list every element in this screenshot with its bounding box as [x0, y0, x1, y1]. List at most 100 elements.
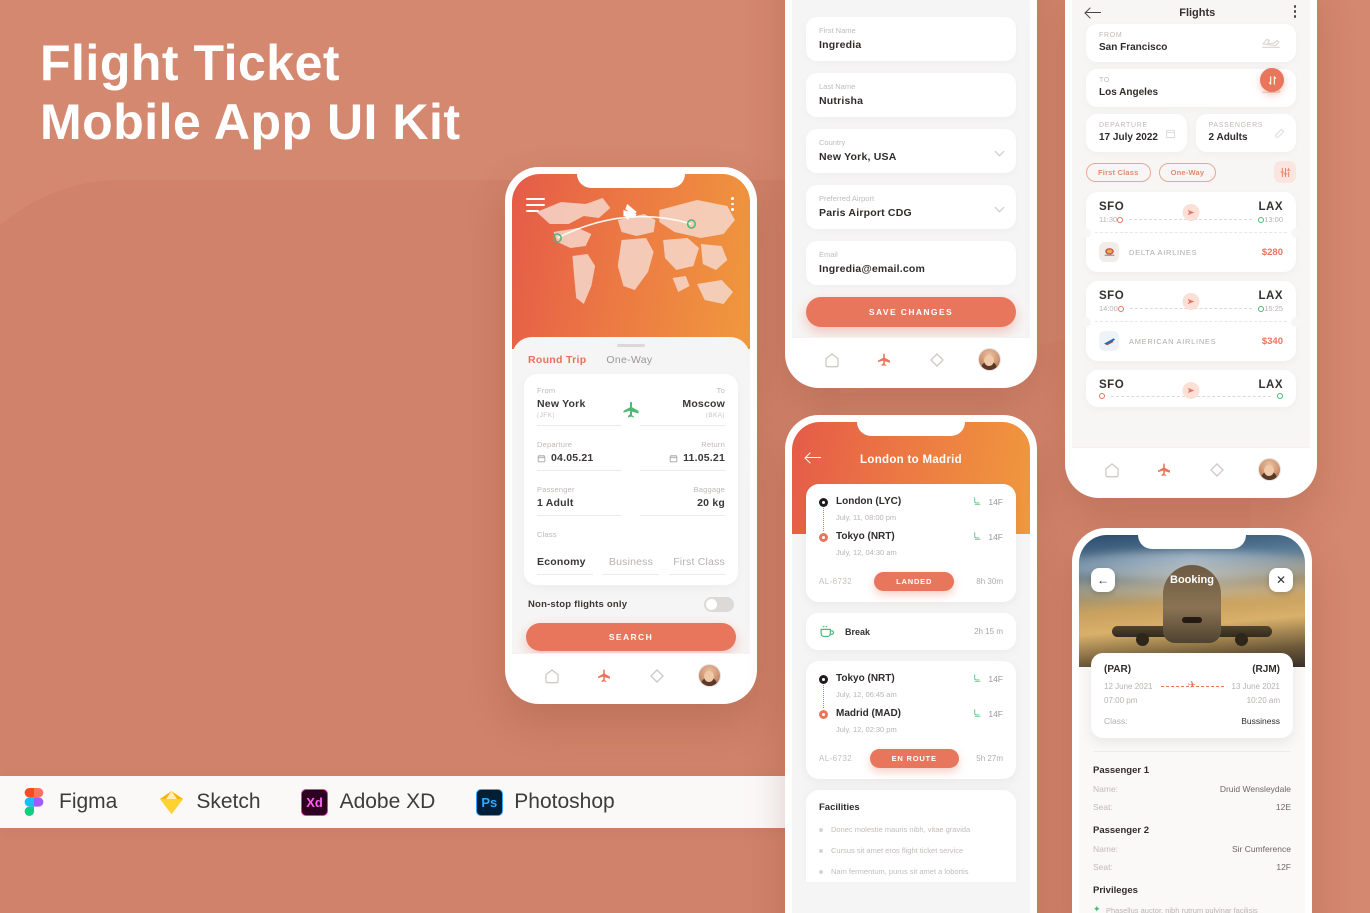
destination-marker-icon	[819, 710, 828, 719]
origin-marker-icon	[819, 675, 828, 684]
nav-profile-avatar[interactable]	[697, 664, 721, 687]
engine-right	[1235, 633, 1248, 646]
nav-profile-avatar[interactable]	[1257, 458, 1281, 481]
tab-round-trip[interactable]: Round Trip	[528, 354, 586, 366]
route-dashline: ✈	[1160, 680, 1224, 691]
country-field[interactable]: Country New York, USA	[806, 129, 1016, 173]
class-option-first[interactable]: First Class	[668, 553, 725, 575]
filter-chips: First Class One-Way	[1072, 161, 1310, 184]
nonstop-toggle[interactable]	[704, 597, 734, 612]
passenger-row: Passenger 1 Adult Baggage 20 kg	[537, 485, 725, 516]
field-underline	[640, 425, 725, 426]
class-option-label: Business	[608, 556, 654, 568]
baggage-value: 20 kg	[697, 497, 725, 509]
headline-line-2: Mobile App UI Kit	[40, 94, 461, 150]
profile-form: First Name Ingredia Last Name Nutrisha C…	[792, 0, 1030, 327]
return-field[interactable]: Return 11.05.21	[640, 440, 725, 471]
passengers-field[interactable]: PASSENGERS 2 Adults	[1195, 114, 1296, 153]
origin-code: (PAR)	[1104, 664, 1132, 675]
close-button[interactable]: ✕	[1269, 568, 1293, 592]
filter-settings-button[interactable]	[1274, 161, 1296, 184]
field-underline	[537, 574, 594, 575]
nav-tickets-icon[interactable]	[1206, 459, 1228, 481]
more-options-icon[interactable]	[731, 197, 734, 214]
field-underline	[640, 515, 725, 516]
nav-tickets-icon[interactable]	[926, 349, 948, 371]
nav-profile-avatar[interactable]	[977, 348, 1001, 371]
name-value: Sir Cumference	[1231, 844, 1291, 854]
destination-seat: 14F	[972, 531, 1003, 542]
class-value: Bussiness	[1241, 716, 1280, 726]
passenger-field[interactable]: Passenger 1 Adult	[537, 485, 622, 516]
origin-datetime: July, 12, 06:45 am	[836, 690, 897, 699]
more-options-icon[interactable]	[1293, 5, 1296, 20]
from-field[interactable]: From New York (JFK)	[537, 386, 622, 426]
nav-tickets-icon[interactable]	[646, 665, 668, 687]
nav-flights-icon[interactable]	[1153, 459, 1175, 481]
nav-home-icon[interactable]	[821, 349, 843, 371]
origin-code: SFO	[1099, 379, 1125, 392]
menu-icon[interactable]	[526, 198, 545, 215]
swap-plane-icon[interactable]	[621, 400, 641, 425]
facilities-card: Facilities Donec molestie mauris nibh, v…	[806, 790, 1016, 882]
seat-icon	[974, 532, 981, 540]
tool-figma: Figma	[20, 788, 117, 816]
search-button[interactable]: SEARCH	[526, 623, 736, 651]
screen-title: Booking	[1170, 574, 1214, 586]
first-name-field[interactable]: First Name Ingredia	[806, 17, 1016, 61]
field-label: Email	[819, 250, 838, 259]
field-label: Preferred Airport	[819, 194, 875, 203]
flight-leg-card[interactable]: London (LYC) July, 11, 08:00 pm 14F Toky…	[806, 484, 1016, 602]
destination-city: Tokyo (NRT)	[836, 531, 895, 542]
destination-marker-icon	[819, 533, 828, 542]
flight-result-card[interactable]: SFO LAX	[1086, 370, 1296, 408]
departure-field[interactable]: Departure 04.05.21	[537, 440, 622, 471]
last-name-field[interactable]: Last Name Nutrisha	[806, 73, 1016, 117]
facility-item: Nam fermentum, purus sit amet a lobortis	[819, 867, 1003, 876]
field-value: New York, USA	[819, 151, 897, 163]
chip-one-way[interactable]: One-Way	[1158, 162, 1217, 182]
email-field[interactable]: Email Ingredia@email.com	[806, 241, 1016, 285]
nonstop-label: Non-stop flights only	[528, 599, 628, 610]
preferred-airport-field[interactable]: Preferred Airport Paris Airport CDG	[806, 185, 1016, 229]
departure-label: DEPARTURE	[1099, 122, 1148, 130]
tab-one-way[interactable]: One-Way	[606, 354, 652, 366]
to-code: (BKA)	[705, 412, 725, 419]
seat-icon	[974, 709, 981, 717]
destination-seat: 14F	[972, 708, 1003, 719]
flight-result-card[interactable]: SFO LAX 14:00 15:25 AMERICAN AIRLINES $3…	[1081, 281, 1301, 362]
to-field[interactable]: To Moscow (BKA)	[640, 386, 725, 426]
field-underline	[537, 470, 622, 471]
back-icon[interactable]	[1086, 7, 1101, 18]
phone-notch	[857, 415, 965, 436]
flight-number: AL-6732	[819, 577, 853, 586]
ticket-times: 07:00 pm 10:20 am	[1104, 696, 1280, 705]
departure-field[interactable]: DEPARTURE 17 July 2022	[1086, 114, 1187, 153]
destination-code: (RJM)	[1252, 664, 1280, 675]
nav-home-icon[interactable]	[1101, 459, 1123, 481]
arrive-date: 13 June 2021	[1231, 682, 1281, 691]
class-option-economy[interactable]: Economy	[537, 553, 594, 575]
save-changes-button[interactable]: SAVE CHANGES	[806, 297, 1016, 327]
edit-pencil-icon	[1275, 129, 1285, 138]
nav-home-icon[interactable]	[541, 665, 563, 687]
flight-route: SFO LAX	[1086, 370, 1296, 407]
facilities-title: Facilities	[819, 802, 860, 813]
class-label: Class:	[1104, 716, 1128, 726]
chip-first-class[interactable]: First Class	[1086, 162, 1151, 182]
nav-flights-icon[interactable]	[873, 349, 895, 371]
from-location-field[interactable]: FROM San Francisco	[1086, 24, 1296, 63]
takeoff-plane-icon	[1261, 39, 1280, 49]
nav-flights-icon[interactable]	[593, 665, 615, 687]
leg-origin: London (LYC) July, 11, 08:00 pm 14F	[819, 496, 1003, 531]
back-button[interactable]: ←	[1091, 568, 1115, 592]
destination-info: Tokyo (NRT) July, 12, 04:30 am	[836, 531, 897, 557]
baggage-field[interactable]: Baggage 20 kg	[640, 485, 725, 516]
flight-route: SFO LAX 11:30 13:00	[1086, 192, 1296, 232]
destination-datetime: July, 12, 02:30 pm	[836, 725, 897, 734]
class-option-business[interactable]: Business	[602, 553, 660, 575]
flight-leg-card[interactable]: Tokyo (NRT) July, 12, 06:45 am 14F Madri…	[806, 661, 1016, 779]
leg-duration: 5h 27m	[976, 754, 1003, 763]
origin-seat: 14F	[972, 673, 1003, 684]
flight-result-card[interactable]: SFO LAX 11:30 13:00 DELTA AIRLINES $280	[1081, 192, 1301, 273]
